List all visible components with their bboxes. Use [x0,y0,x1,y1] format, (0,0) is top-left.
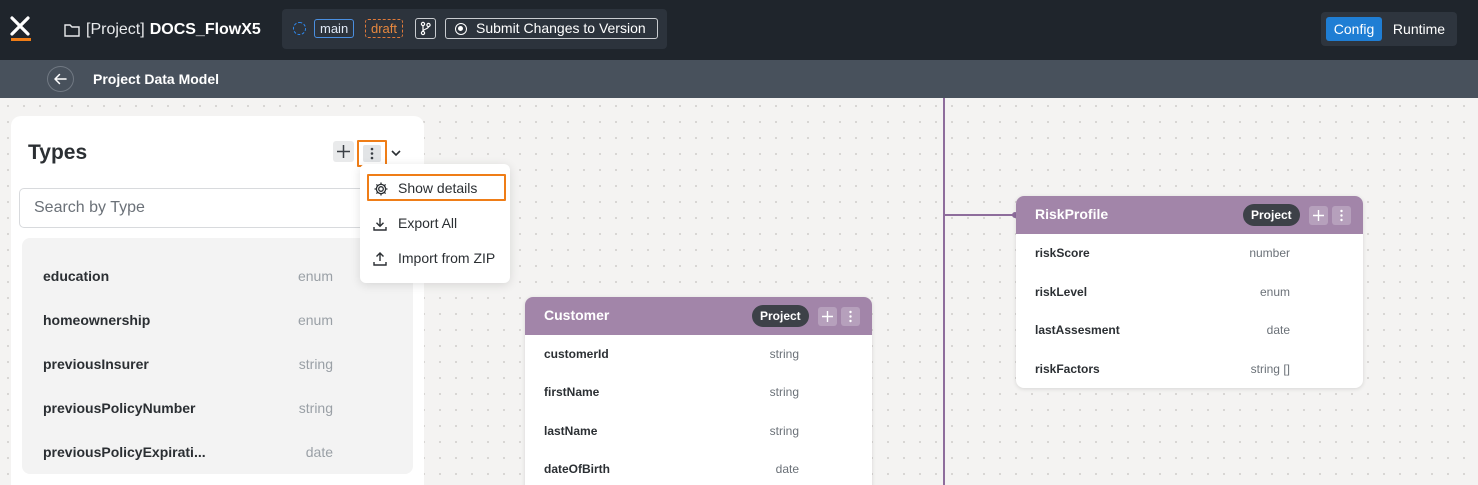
type-kind: enum [297,312,333,328]
version-controls: main draft Submit Changes to Version [282,9,667,49]
type-name: previousInsurer [43,356,149,372]
menu-item-show-details[interactable]: Show details [367,174,506,201]
card-header: RiskProfile Project [1016,196,1363,234]
field-name: lastName [544,424,598,438]
flowx-logo-icon[interactable] [10,16,32,42]
type-name: homeownership [43,312,151,328]
project-breadcrumb[interactable]: [Project] DOCS_FlowX5 [64,19,261,41]
field-type: date [1266,323,1290,337]
field-name: customerId [544,347,609,361]
plus-icon [337,145,350,158]
options-menu: Show details Export All Import from ZIP [360,164,510,283]
field-row[interactable]: customerId string [525,335,872,373]
field-type: string [769,424,799,438]
status-badge: draft [365,19,404,38]
add-type-button[interactable] [333,141,354,162]
submit-changes-button[interactable]: Submit Changes to Version [445,18,658,39]
menu-item-label: Export All [398,215,458,231]
submit-changes-label: Submit Changes to Version [476,20,646,36]
runtime-tab[interactable]: Runtime [1387,17,1451,41]
field-row[interactable]: riskScore number [1016,234,1363,272]
types-title: Types [28,141,88,164]
branch-badge[interactable]: main [314,19,355,38]
download-icon [372,216,388,232]
field-row[interactable]: lastName string [525,412,872,450]
search-input[interactable]: Search by Type [19,188,379,228]
branch-button[interactable] [415,18,436,39]
gear-icon [373,181,389,197]
field-row[interactable]: riskFactors string [] [1016,350,1363,388]
card-menu-button[interactable] [841,307,860,326]
connector-line [943,98,945,485]
more-options-button[interactable] [357,140,387,167]
type-kind: date [305,444,333,460]
page-title: Project Data Model [93,71,220,87]
field-type: date [775,462,799,476]
type-kind: enum [297,268,333,284]
type-kind: string [298,356,333,372]
top-bar: [Project] DOCS_FlowX5 main draft Submit … [0,0,1478,60]
list-item[interactable]: education enum [22,254,413,298]
project-name: DOCS_FlowX5 [149,21,261,38]
add-field-button[interactable] [818,307,837,326]
arrow-left-icon [54,73,67,85]
field-type: enum [1259,285,1290,299]
scope-badge: Project [1243,204,1300,226]
mode-toggle: Config Runtime [1321,12,1457,46]
field-type: number [1249,246,1290,260]
project-prefix: [Project] [86,21,145,38]
field-row[interactable]: firstName string [525,373,872,411]
field-type: string [769,347,799,361]
card-title: RiskProfile [1035,206,1109,222]
plus-icon [1313,210,1324,221]
types-list: education enum homeownership enum previo… [22,238,413,474]
card-menu-button[interactable] [1332,206,1351,225]
entity-card-riskprofile[interactable]: RiskProfile Project riskScore number ris… [1016,196,1363,388]
more-vertical-icon [849,310,852,323]
list-item[interactable]: previousPolicyNumber string [22,386,413,430]
scope-badge: Project [752,305,809,327]
field-type: string [769,385,799,399]
card-header: Customer Project [525,297,872,335]
card-title: Customer [544,307,610,323]
field-name: lastAssesment [1035,323,1120,337]
menu-item-label: Import from ZIP [398,250,496,266]
menu-item-label: Show details [398,180,478,196]
type-kind: string [298,400,333,416]
back-button[interactable] [47,66,74,92]
plus-icon [822,311,833,322]
field-name: firstName [544,385,600,399]
connector-branch [945,212,1018,218]
type-name: previousPolicyNumber [43,400,196,416]
menu-item-export-all[interactable]: Export All [360,208,510,238]
field-type: string [] [1250,362,1290,376]
upload-icon [372,251,388,267]
more-vertical-icon [363,145,381,162]
field-name: riskFactors [1035,362,1100,376]
record-icon [455,23,467,35]
config-tab[interactable]: Config [1326,17,1382,41]
field-row[interactable]: dateOfBirth date [525,450,872,485]
sub-header: Project Data Model [0,60,1478,98]
entity-card-customer[interactable]: Customer Project customerId string first… [525,297,872,485]
chevron-down-icon[interactable] [389,146,403,160]
more-vertical-icon [1340,209,1343,222]
list-item[interactable]: previousInsurer string [22,342,413,386]
list-item[interactable]: previousPolicyExpirati... date [22,430,413,474]
menu-item-import-zip[interactable]: Import from ZIP [360,243,510,273]
field-name: dateOfBirth [544,462,610,476]
type-name: previousPolicyExpirati... [43,444,206,460]
draft-status-icon [293,22,306,35]
git-branch-icon [420,21,431,36]
field-name: riskScore [1035,246,1090,260]
field-row[interactable]: riskLevel enum [1016,273,1363,311]
list-item[interactable]: homeownership enum [22,298,413,342]
folder-icon [64,23,80,37]
add-field-button[interactable] [1309,206,1328,225]
type-name: education [43,268,110,284]
field-row[interactable]: lastAssesment date [1016,311,1363,349]
field-name: riskLevel [1035,285,1088,299]
